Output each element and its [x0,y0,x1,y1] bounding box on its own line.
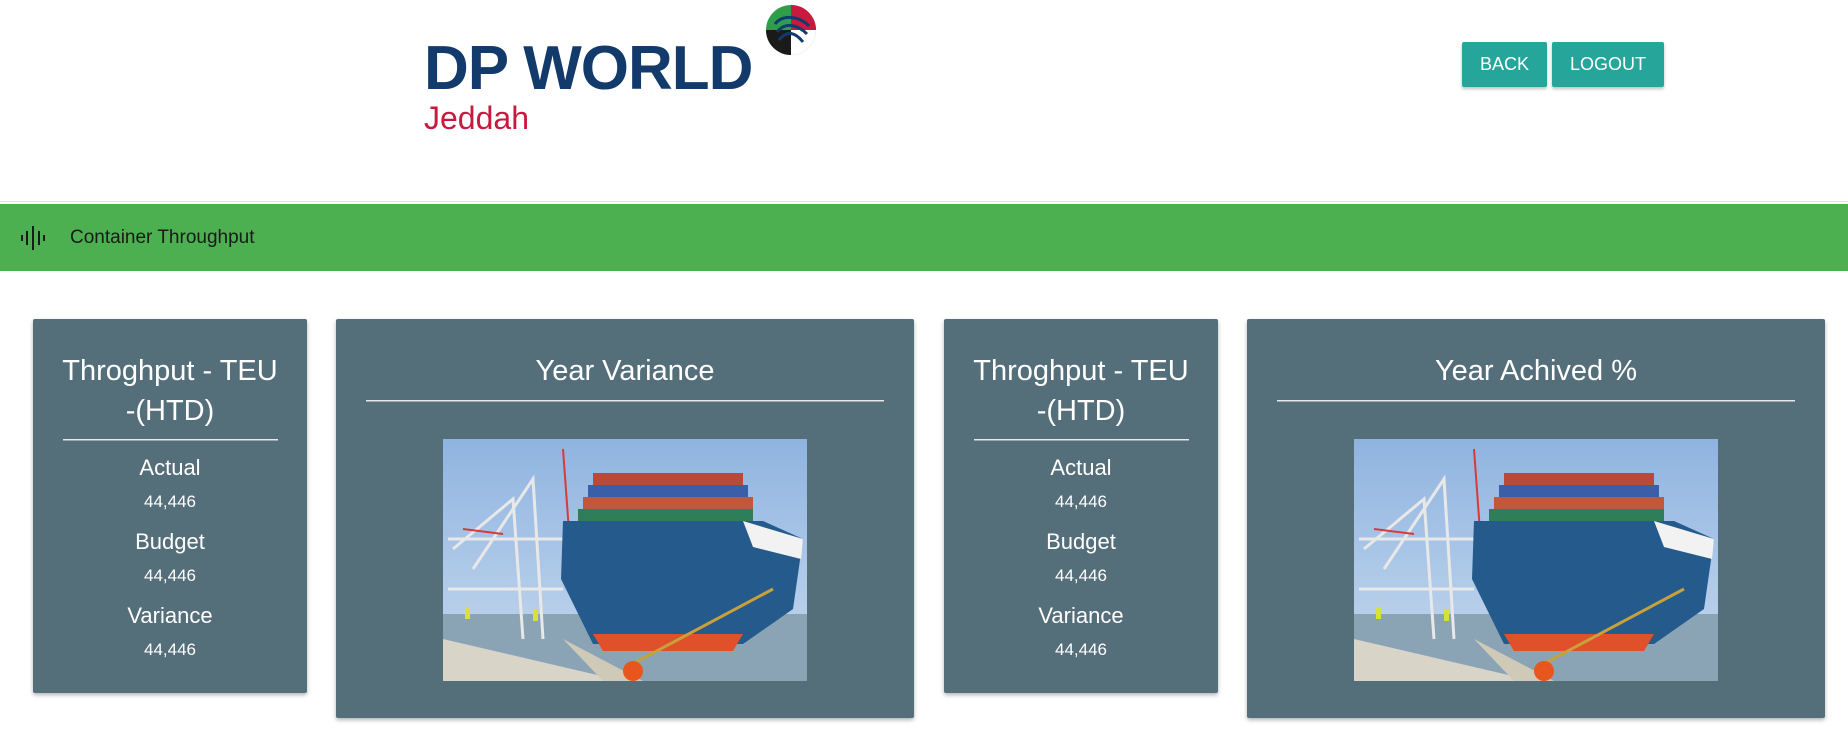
dp-world-logo: DP WORLD Jeddah [420,4,820,139]
card-divider [366,400,884,402]
variance-label: Variance [127,603,213,628]
card-divider [1277,400,1795,402]
card-divider [974,439,1189,441]
page-header: DP WORLD Jeddah BACK LOGOUT [0,0,1848,202]
card-divider [63,439,278,441]
budget-value: 44,446 [1055,566,1107,585]
card-title: Year Achived % [1434,355,1638,387]
year-achieved-card: Year Achived % [1247,319,1825,718]
card-title-line2: -(HTD) [1036,395,1126,427]
actual-value: 44,446 [144,492,196,511]
budget-label: Budget [1046,529,1116,554]
logo-text: DP WORLD [424,34,753,103]
container-ship-photo [443,439,807,681]
actual-label: Actual [139,455,201,480]
audio-waveform-icon [21,226,45,250]
variance-value: 44,446 [1055,640,1107,659]
card-title: Year Variance [535,355,715,387]
nav-title: Container Throughput [70,227,255,248]
actual-label: Actual [1050,455,1112,480]
year-variance-card: Year Variance [336,319,914,718]
dp-world-emblem-icon [766,5,816,55]
variance-value: 44,446 [144,640,196,659]
throughput-htd-card: Throghput - TEU -(HTD) Actual 44,446 Bud… [33,319,307,693]
section-nav-bar: Container Throughput [0,204,1848,271]
card-title-line2: -(HTD) [125,395,215,427]
logout-button[interactable]: LOGOUT [1552,42,1664,87]
logo-subtext: Jeddah [424,100,529,136]
budget-label: Budget [135,529,205,554]
throughput-htd-card: Throghput - TEU -(HTD) Actual 44,446 Bud… [944,319,1218,693]
variance-label: Variance [1038,603,1124,628]
budget-value: 44,446 [144,566,196,585]
back-button[interactable]: BACK [1462,42,1547,87]
card-title-line1: Throghput - TEU [62,355,278,387]
card-title-line1: Throghput - TEU [973,355,1189,387]
container-ship-photo [1354,439,1718,681]
actual-value: 44,446 [1055,492,1107,511]
